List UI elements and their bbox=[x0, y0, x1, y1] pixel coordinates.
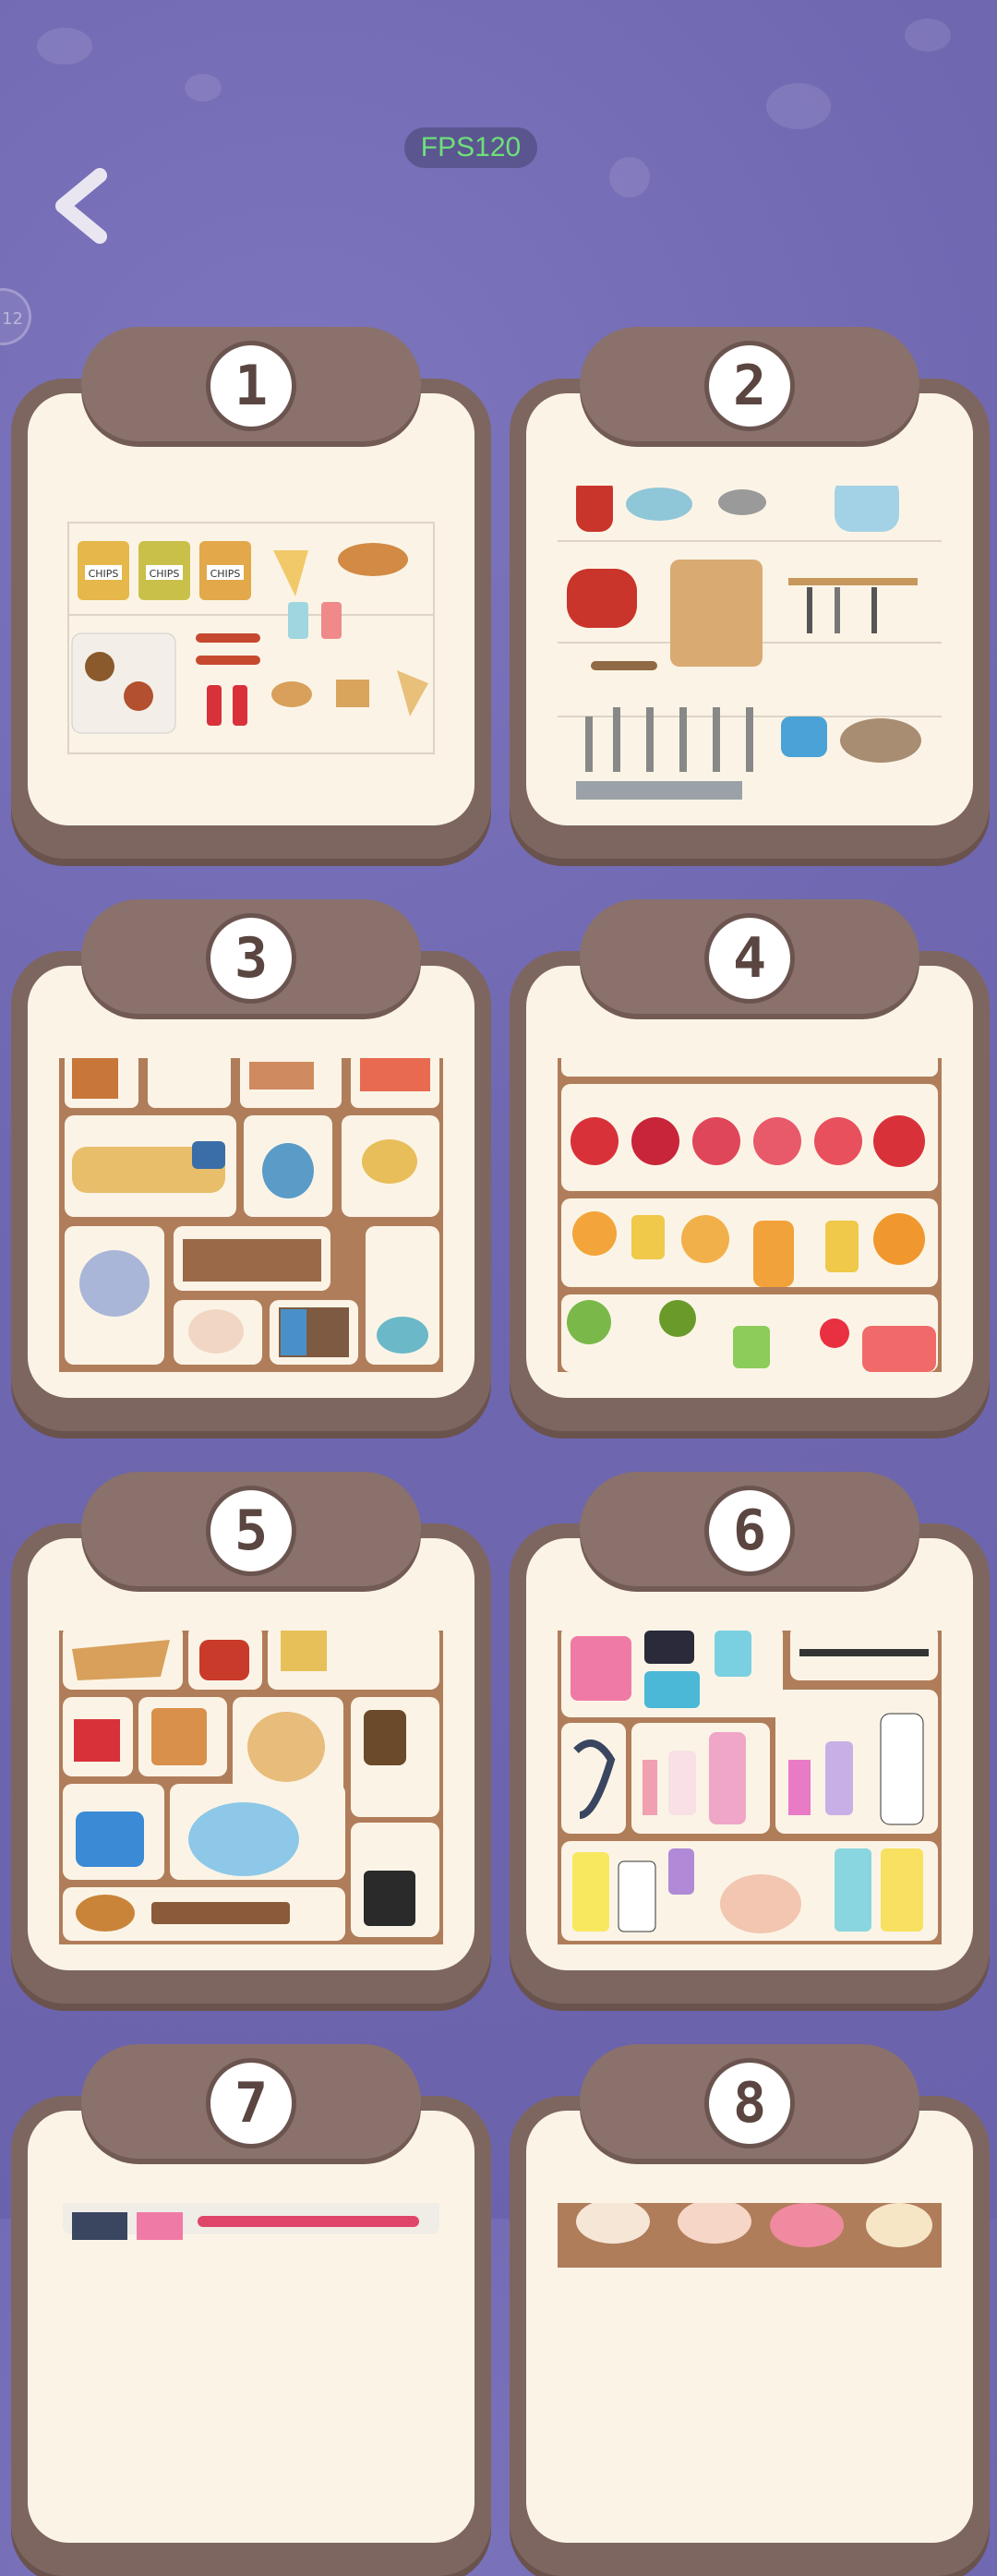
level-number: 2 bbox=[704, 341, 795, 431]
fps-counter: FPS120 bbox=[404, 127, 537, 168]
chips-label: CHIPS bbox=[89, 568, 119, 580]
back-button[interactable] bbox=[48, 164, 122, 247]
level-preview-7 bbox=[28, 2111, 474, 2543]
chips-label: CHIPS bbox=[150, 568, 180, 580]
level-card-5[interactable]: 5 bbox=[11, 1472, 491, 2004]
level-number: 7 bbox=[206, 2058, 296, 2149]
back-arrow-icon bbox=[55, 168, 107, 244]
level-number: 1 bbox=[206, 341, 296, 431]
level-preview-2 bbox=[526, 393, 973, 825]
level-card-6[interactable]: 6 bbox=[510, 1472, 990, 2004]
level-card-7[interactable]: 7 bbox=[11, 2044, 491, 2576]
level-preview-3 bbox=[28, 966, 474, 1398]
level-number: 4 bbox=[704, 913, 795, 1004]
level-preview-1: CHIPS CHIPS CHIPS bbox=[28, 393, 474, 825]
level-number: 8 bbox=[704, 2058, 795, 2149]
level-number: 6 bbox=[704, 1486, 795, 1576]
level-card-3[interactable]: 3 bbox=[11, 899, 491, 1431]
level-number: 5 bbox=[206, 1486, 296, 1576]
level-preview-6 bbox=[526, 1538, 973, 1970]
level-card-8[interactable]: 8 bbox=[510, 2044, 990, 2576]
level-card-1[interactable]: CHIPS CHIPS CHIPS 1 bbox=[11, 327, 491, 859]
level-card-2[interactable]: 2 bbox=[510, 327, 990, 859]
level-number: 3 bbox=[206, 913, 296, 1004]
chips-label: CHIPS bbox=[210, 568, 241, 580]
level-preview-5 bbox=[28, 1538, 474, 1970]
level-preview-4 bbox=[526, 966, 973, 1398]
level-card-4[interactable]: 4 bbox=[510, 899, 990, 1431]
level-preview-8 bbox=[526, 2111, 973, 2543]
